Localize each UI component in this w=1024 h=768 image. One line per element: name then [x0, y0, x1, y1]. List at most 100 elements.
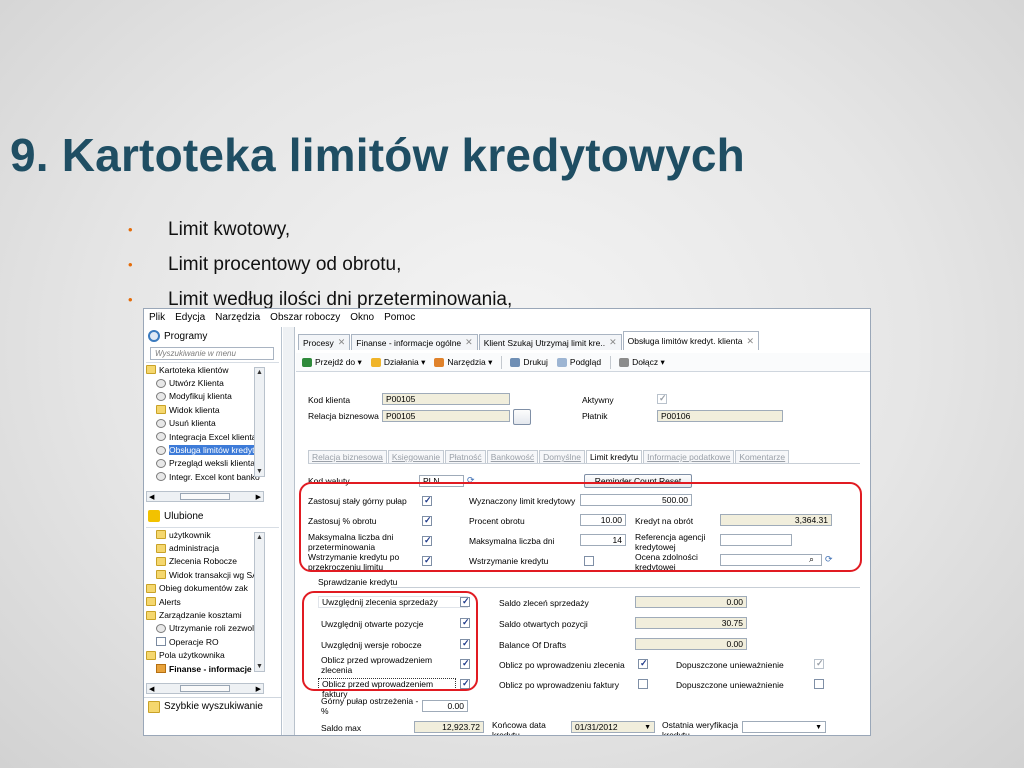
folder-icon: [146, 365, 156, 375]
goto-button[interactable]: Przejdź do ▾: [302, 357, 362, 368]
group-title: Sprawdzanie kredytu: [318, 577, 398, 587]
bullet-item: • Limit procentowy od obrotu,: [128, 253, 402, 275]
close-icon[interactable]: ✕: [338, 337, 346, 348]
oblicz-po-zlecenia-label: Oblicz po wprowadzeniu zlecenia: [499, 660, 625, 670]
folder-icon: [156, 530, 166, 540]
pane-splitter[interactable]: [283, 327, 295, 735]
tab-finanse[interactable]: Finanse - informacje ogólne ✕: [351, 334, 478, 350]
saldo-max-field[interactable]: 12,923.72: [414, 721, 484, 733]
close-icon[interactable]: ✕: [465, 337, 473, 348]
app-screenshot: Plik Edycja Narzędzia Obszar roboczy Okn…: [143, 308, 871, 736]
actions-button[interactable]: Działania ▾: [370, 357, 425, 368]
highlight-credit-check: [302, 591, 478, 691]
subtab-informacje-podatkowe[interactable]: Informacje podatkowe: [643, 450, 735, 463]
dopuszczone2-checkbox[interactable]: [814, 679, 824, 689]
menu-plik[interactable]: Plik: [149, 312, 165, 323]
tab-procesy[interactable]: Procesy ✕: [298, 334, 351, 350]
gorny-pulap-field[interactable]: 0.00: [422, 700, 468, 712]
gear-icon: [156, 445, 166, 455]
menu-search-input[interactable]: Wyszukiwanie w menu: [150, 347, 274, 360]
kod-klienta-field[interactable]: P00105: [382, 393, 510, 405]
paperclip-icon: [619, 357, 630, 367]
favorites-scrollbar[interactable]: ▲ ▼: [254, 532, 265, 672]
tab-klient-szukaj[interactable]: Klient Szukaj Utrzymaj limit kre.. ✕: [478, 334, 622, 350]
favorites-tree: użytkownik administracja Zlecenia Robocz…: [146, 527, 279, 677]
subtab-relacja[interactable]: Relacja biznesowa: [308, 450, 387, 463]
gear-icon: [156, 391, 166, 401]
programs-header[interactable]: Programy: [144, 327, 281, 345]
toolbar: Przejdź do ▾ Działania ▾ Narzędzia ▾ Dru…: [296, 353, 870, 372]
lightning-icon: [370, 357, 381, 367]
saldo-zlecen-field[interactable]: 0.00: [635, 596, 747, 608]
aktywny-checkbox[interactable]: [657, 393, 667, 404]
highlight-limit-settings: [299, 482, 862, 572]
document-icon: [156, 637, 166, 647]
favorites-hscroll[interactable]: ◀ ▶: [146, 683, 264, 694]
menu-obszar-roboczy[interactable]: Obszar roboczy: [270, 312, 340, 323]
balance-drafts-field[interactable]: 0.00: [635, 638, 747, 650]
folder-icon: [156, 405, 166, 415]
subtab-komentarze[interactable]: Komentarze: [735, 450, 790, 463]
subtab-domyslne[interactable]: Domyślne: [539, 450, 585, 463]
programs-scrollbar[interactable]: ▲ ▼: [254, 367, 265, 477]
navigation-pane: Programy Wyszukiwanie w menu Kartoteka k…: [144, 327, 282, 735]
saldo-otwartych-field[interactable]: 30.75: [635, 617, 747, 629]
relacja-lookup-button[interactable]: [513, 409, 531, 425]
warning-icon: [156, 664, 166, 674]
preview-button[interactable]: Podgląd: [556, 357, 601, 367]
ostatnia-field[interactable]: ▼: [742, 721, 826, 733]
gear-icon: [156, 432, 166, 442]
subtab-limit-kredytu[interactable]: Limit kredytu: [585, 450, 643, 463]
programs-hscroll[interactable]: ◀ ▶: [146, 491, 264, 502]
tools-icon: [434, 357, 445, 367]
oblicz-po-faktury-label: Oblicz po wprowadzeniu faktury: [499, 680, 620, 690]
subtab-ksiegowanie[interactable]: Księgowanie: [387, 450, 445, 463]
saldo-max-label: Saldo max: [321, 723, 362, 733]
platnik-field[interactable]: P00106: [657, 410, 783, 422]
gear-icon: [156, 623, 166, 633]
gear-icon: [156, 418, 166, 428]
gear-icon: [148, 330, 160, 342]
subtab-platnosc[interactable]: Płatność: [445, 450, 486, 463]
dopuszczone1-checkbox[interactable]: [814, 658, 824, 669]
folder-icon: [156, 570, 166, 580]
quick-search-header[interactable]: Szybkie wyszukiwanie: [144, 697, 281, 715]
oblicz-po-zlecenia-checkbox[interactable]: [638, 658, 648, 669]
saldo-otwartych-label: Saldo otwartych pozycji: [499, 619, 588, 629]
folder-icon: [146, 597, 156, 607]
folder-icon: [156, 543, 166, 553]
dopuszczone2-label: Dopuszczone unieważnienie: [676, 680, 784, 690]
gear-icon: [156, 378, 166, 388]
bullet-icon: •: [128, 257, 133, 272]
gear-icon: [156, 458, 166, 468]
print-button[interactable]: Drukuj: [510, 357, 548, 367]
favorites-header[interactable]: Ulubione: [144, 507, 281, 525]
slide-title: 9. Kartoteka limitów kredytowych: [10, 129, 745, 181]
relacja-field[interactable]: P00105: [382, 410, 510, 422]
menu-edycja[interactable]: Edycja: [175, 312, 205, 323]
bullet-icon: •: [128, 222, 133, 237]
preview-icon: [556, 357, 567, 367]
menu-narzedzia[interactable]: Narzędzia: [215, 312, 260, 323]
folder-icon: [148, 700, 160, 713]
folder-icon: [146, 583, 156, 593]
bullet-item: • Limit kwotowy,: [128, 218, 291, 240]
ostatnia-label: Ostatnia weryfikacja kredytu: [662, 720, 739, 736]
koncowa-data-field[interactable]: 01/31/2012 ▼: [571, 721, 655, 733]
star-icon: [148, 510, 160, 522]
subtab-bankowosc[interactable]: Bankowość: [486, 450, 539, 463]
tools-button[interactable]: Narzędzia ▾: [434, 357, 492, 368]
menu-okno[interactable]: Okno: [350, 312, 374, 323]
close-icon[interactable]: ✕: [609, 337, 617, 348]
arrow-icon: [302, 357, 312, 367]
menu-pomoc[interactable]: Pomoc: [384, 312, 415, 323]
form-subtabs: Relacja biznesowa Księgowanie Płatność B…: [308, 450, 790, 463]
attach-button[interactable]: Dołącz ▾: [619, 357, 665, 368]
aktywny-label: Aktywny: [582, 395, 614, 405]
koncowa-data-label: Końcowa data kredytu: [492, 720, 546, 736]
tab-obsluga-limitow[interactable]: Obsługa limitów kredyt. klienta ✕: [622, 331, 759, 350]
close-icon[interactable]: ✕: [746, 336, 754, 347]
oblicz-po-faktury-checkbox[interactable]: [638, 679, 648, 689]
platnik-label: Płatnik: [582, 411, 608, 421]
menu-bar: Plik Edycja Narzędzia Obszar roboczy Okn…: [144, 309, 870, 326]
